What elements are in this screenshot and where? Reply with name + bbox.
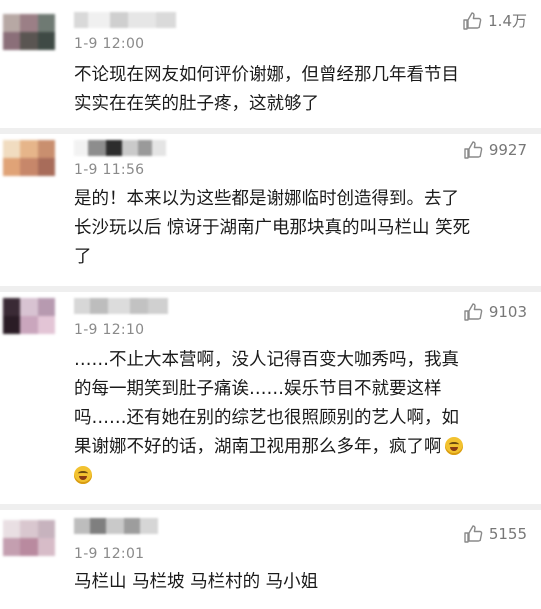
like-button[interactable]: 5155: [463, 524, 527, 544]
comment-line: 长沙玩以后 惊讶于湖南广电那块真的叫马栏山 笑死: [74, 218, 471, 238]
username-blurred[interactable]: [74, 140, 166, 156]
comment-body: ……不止大本营啊，没人记得百变大咖秀吗，我真 的每一期笑到肚子痛诶……娱乐节目不…: [74, 346, 532, 491]
like-count: 9103: [488, 303, 527, 321]
like-button[interactable]: 9927: [463, 140, 527, 160]
like-button[interactable]: 9103: [463, 302, 527, 322]
comment-line: 了: [74, 247, 92, 267]
comment-line: 果谢娜不好的话，湖南卫视用那么多年，疯了啊: [74, 433, 532, 462]
comment-line: 不论现在网友如何评价谢娜，但曾经那几年看节目: [74, 65, 459, 85]
like-count: 9927: [488, 141, 527, 159]
comment-4: 1-9 12:01 5155 马栏山 马栏坡 马栏村的 马小姐: [0, 510, 541, 609]
comment-line: 的每一期笑到肚子痛诶……娱乐节目不就要这样: [74, 379, 442, 399]
comment-line-text: 果谢娜不好的话，湖南卫视用那么多年，疯了啊: [74, 437, 442, 457]
thumbs-up-icon: [462, 11, 482, 31]
like-button[interactable]: 1.4万: [462, 10, 527, 31]
comment-line: ……不止大本营啊，没人记得百变大咖秀吗，我真: [74, 350, 459, 370]
avatar[interactable]: [3, 520, 55, 556]
laughing-tears-emoji: [444, 437, 463, 455]
avatar[interactable]: [3, 298, 55, 334]
avatar[interactable]: [3, 14, 55, 50]
comment-body: 马栏山 马栏坡 马栏村的 马小姐: [74, 568, 532, 597]
like-count: 1.4万: [488, 12, 527, 30]
comment-line: 吗……还有她在别的综艺也很照顾别的艺人啊，如: [74, 408, 459, 428]
comment-1: 1-9 12:00 1.4万 不论现在网友如何评价谢娜，但曾经那几年看节目 实实…: [0, 0, 541, 128]
laughing-tears-emoji: [74, 466, 92, 484]
avatar[interactable]: [3, 140, 55, 176]
comment-timestamp: 1-9 12:00: [74, 36, 145, 52]
username-blurred[interactable]: [74, 298, 168, 314]
username-blurred[interactable]: [74, 518, 158, 534]
thumbs-up-icon: [463, 302, 483, 322]
username-blurred[interactable]: [74, 12, 176, 28]
comment-line: 马栏山 马栏坡 马栏村的 马小姐: [74, 572, 319, 592]
thumbs-up-icon: [463, 524, 483, 544]
comment-line: 是的！本来以为这些都是谢娜临时创造得到。去了: [74, 189, 459, 209]
comment-timestamp: 1-9 11:56: [74, 162, 145, 178]
like-count: 5155: [488, 525, 527, 543]
comment-2: 1-9 11:56 9927 是的！本来以为这些都是谢娜临时创造得到。去了 长沙…: [0, 134, 541, 286]
comment-timestamp: 1-9 12:10: [74, 322, 145, 338]
comment-line: 实实在在笑的肚子疼，这就够了: [74, 94, 319, 114]
comment-body: 不论现在网友如何评价谢娜，但曾经那几年看节目 实实在在笑的肚子疼，这就够了: [74, 61, 532, 119]
thumbs-up-icon: [463, 140, 483, 160]
comment-line-emoji: [74, 462, 532, 491]
comment-3: 1-9 12:10 9103 ……不止大本营啊，没人记得百变大咖秀吗，我真 的每…: [0, 292, 541, 504]
comment-timestamp: 1-9 12:01: [74, 546, 145, 562]
comment-body: 是的！本来以为这些都是谢娜临时创造得到。去了 长沙玩以后 惊讶于湖南广电那块真的…: [74, 185, 532, 272]
